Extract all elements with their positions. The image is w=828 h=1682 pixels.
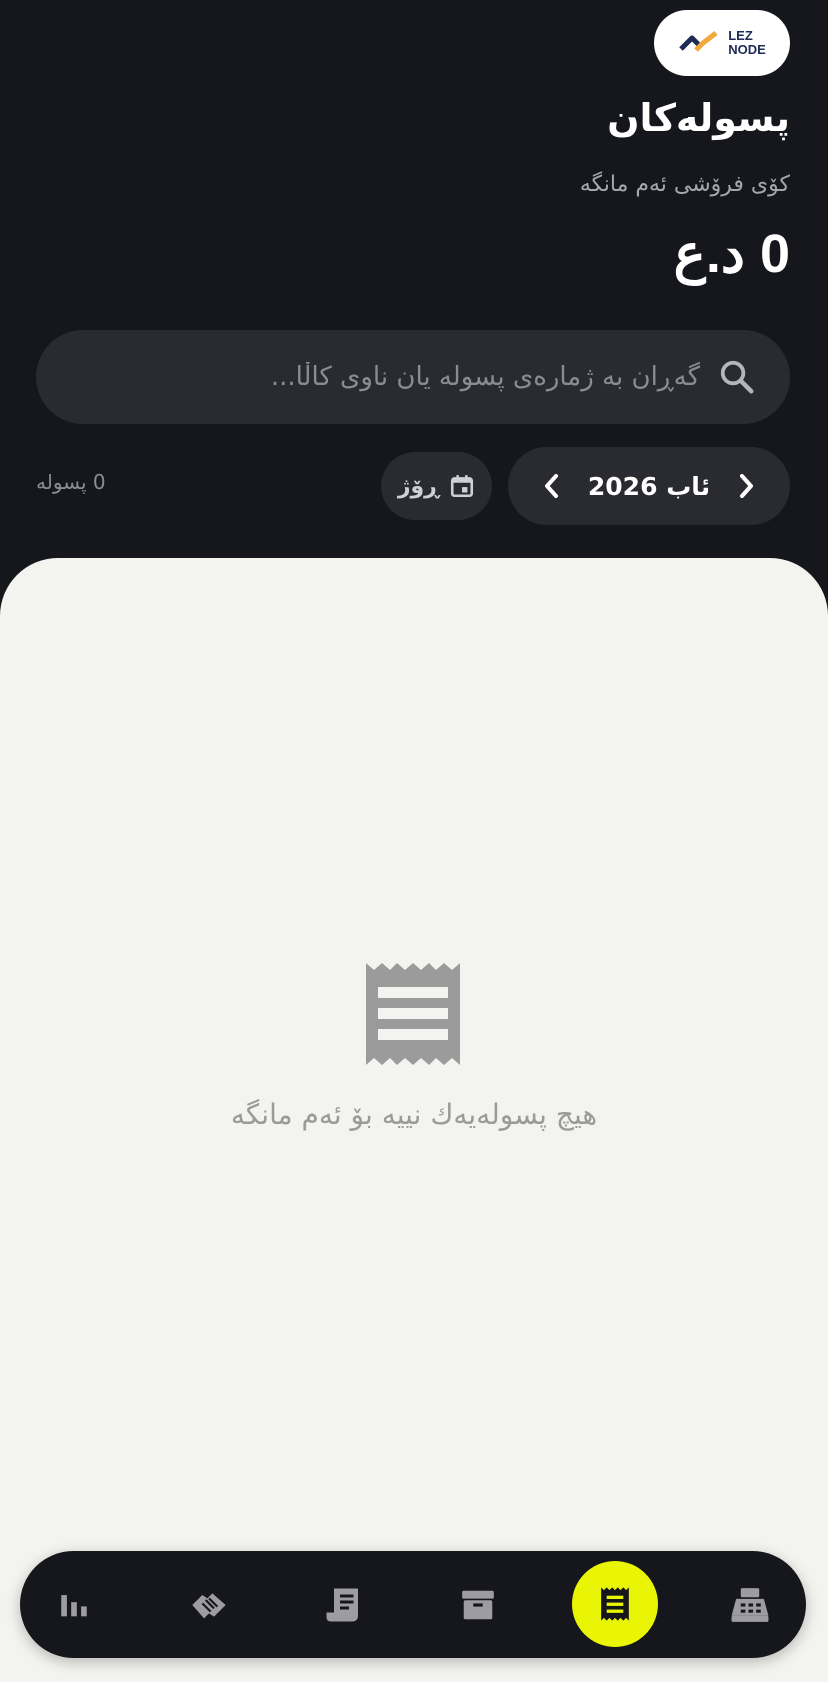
bar-chart-icon (61, 1595, 87, 1617)
logo-line2: NODE (728, 42, 766, 57)
nav-invoices[interactable] (303, 1565, 383, 1645)
prev-month-button[interactable] (534, 468, 570, 504)
logo-line1: LEZ (728, 28, 753, 43)
nav-receipts[interactable] (572, 1561, 658, 1647)
search-icon (714, 354, 760, 400)
cash-register-icon (731, 1588, 769, 1622)
receipt-icon (601, 1587, 629, 1621)
page-title: پسولەکان (607, 96, 790, 140)
header: LEZ NODE پسولەکان کۆی فرۆشی ئەم مانگە 0 … (0, 0, 828, 600)
search-bar[interactable] (36, 330, 790, 424)
receipt-count: 0 پسولە (36, 470, 106, 494)
next-month-button[interactable] (728, 468, 764, 504)
bottom-navigation (20, 1551, 806, 1658)
nav-pos[interactable] (710, 1565, 790, 1645)
calendar-icon (451, 475, 474, 498)
brand-logo: LEZ NODE (654, 10, 790, 76)
day-filter-label: ڕۆژ (397, 473, 440, 499)
nav-deals[interactable] (169, 1565, 249, 1645)
month-selector: ئاب 2026 (508, 447, 790, 525)
receipt-long-icon (326, 1588, 358, 1622)
monthly-sales-total: 0 د.ع (673, 224, 790, 284)
handshake-icon (192, 1593, 226, 1619)
empty-receipt-icon (366, 963, 460, 1065)
chevron-left-icon (545, 474, 558, 498)
day-filter-button[interactable]: ڕۆژ (381, 452, 492, 520)
chevron-right-icon (739, 474, 753, 498)
monthly-sales-label: کۆی فرۆشی ئەم مانگە (579, 172, 790, 197)
current-month-label: ئاب 2026 (587, 471, 711, 501)
nav-inventory[interactable] (438, 1565, 518, 1645)
nav-dashboard[interactable] (34, 1565, 114, 1645)
search-input[interactable] (66, 362, 700, 392)
empty-state-message: هیچ پسولەیەك نییە بۆ ئەم مانگە (230, 1098, 598, 1131)
archive-icon (462, 1590, 494, 1620)
receipts-list: هیچ پسولەیەك نییە بۆ ئەم مانگە (0, 558, 828, 1682)
logo-mark-icon (679, 31, 718, 52)
